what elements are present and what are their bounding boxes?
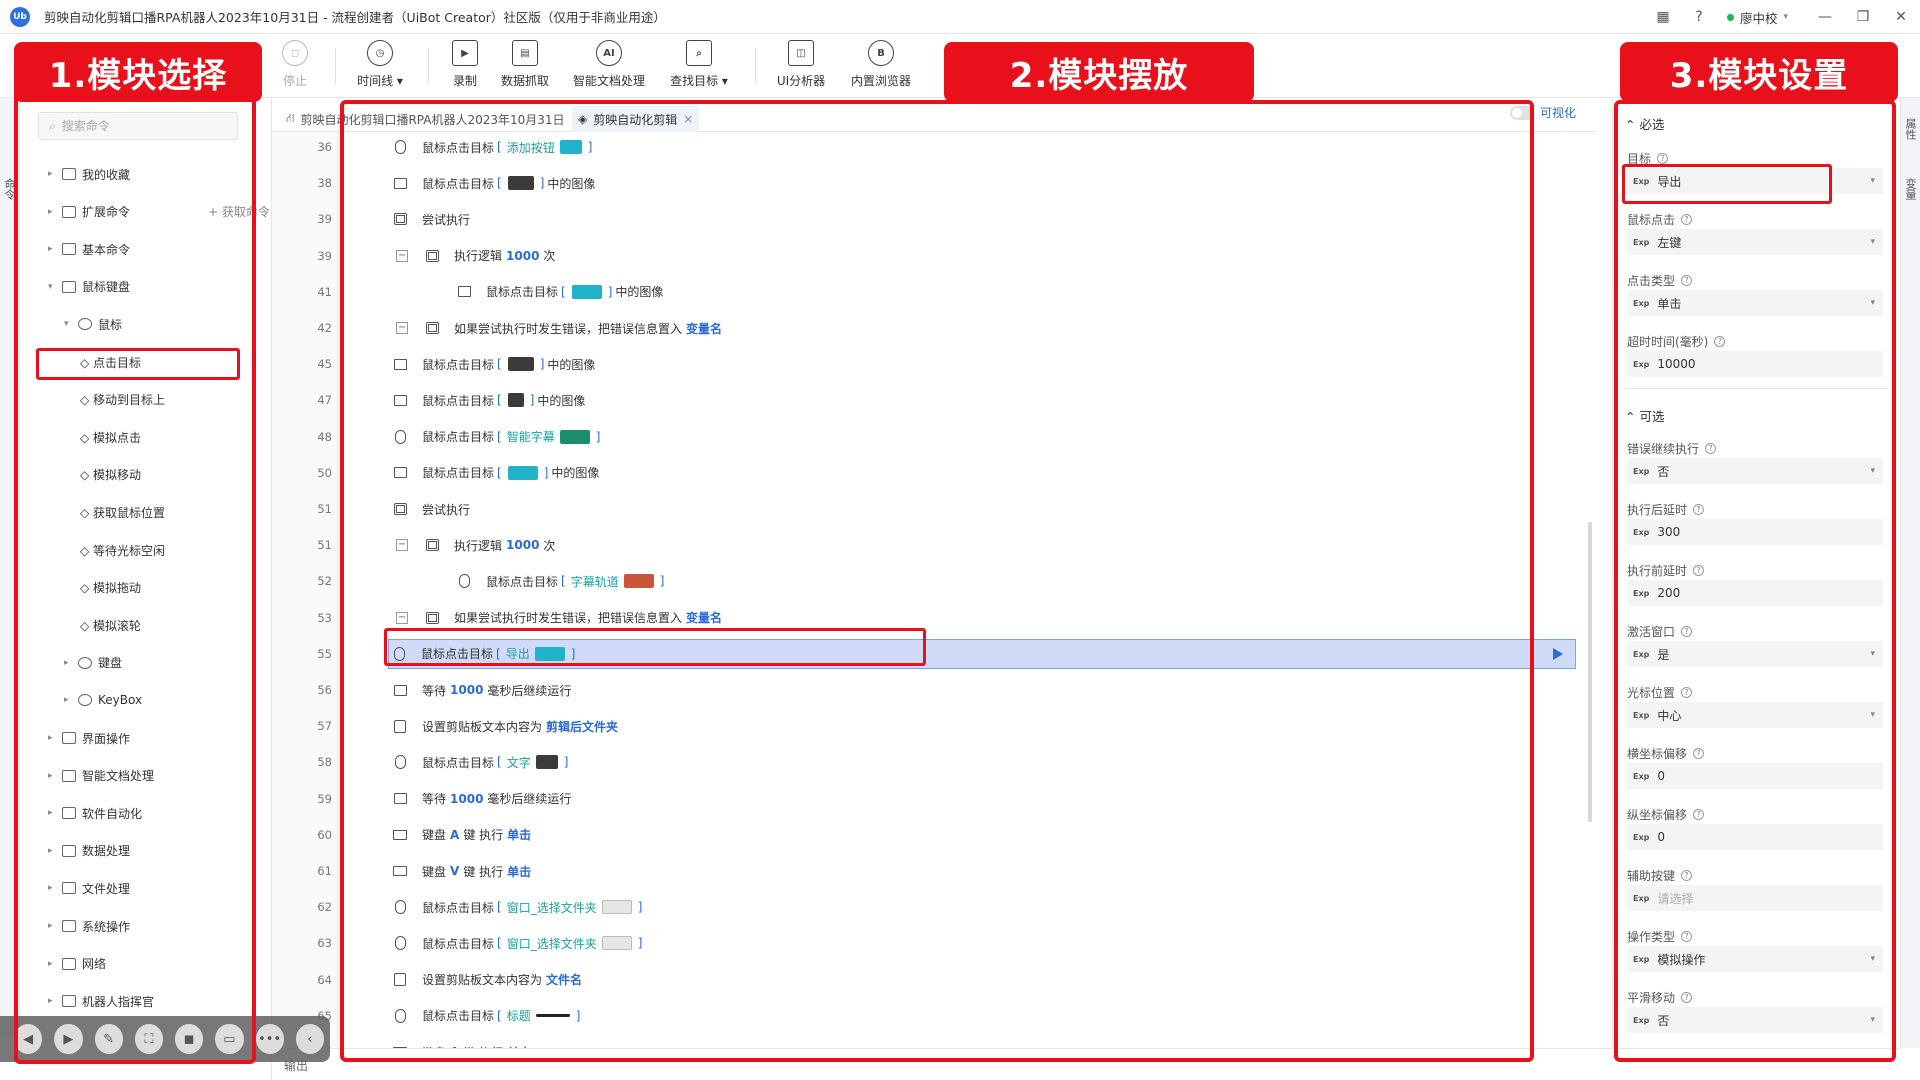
- clock-icon: ◷: [367, 40, 393, 66]
- visualize-label: 可视化: [1539, 106, 1576, 120]
- highlight-selected-block: [384, 628, 926, 666]
- callout-module-settings: 3.模块设置: [1620, 42, 1898, 102]
- line-number: 61: [317, 864, 332, 878]
- line-number: 58: [317, 755, 332, 770]
- window-title: 剪映自动化剪辑口播RPA机器人2023年10月31日 - 流程创建者（UiBot…: [44, 10, 666, 25]
- title-bar-controls: ▦ ? 廖中校 ▾ — ❐ ✕: [1645, 0, 1920, 34]
- highlight-target-field: [1622, 164, 1832, 204]
- line-number: 59: [317, 791, 332, 806]
- highlight-click-target-command: [36, 348, 240, 380]
- timeline-label: 时间线 ▾: [357, 74, 403, 88]
- line-number: 60: [317, 827, 332, 842]
- line-number: 39: [317, 248, 332, 263]
- line-number: 42: [317, 321, 332, 335]
- line-number: 64: [317, 972, 332, 987]
- find-target-icon: ⌕: [686, 40, 712, 66]
- app-window: Ub 剪映自动化剪辑口播RPA机器人2023年10月31日 - 流程创建者（Ui…: [0, 0, 1920, 1080]
- line-number: 51: [317, 502, 332, 516]
- line-number: 52: [317, 574, 332, 589]
- annotation-box-module-place: [340, 100, 1534, 1062]
- find-target-button[interactable]: ⌕ 查找目标 ▾: [654, 40, 744, 89]
- line-number: 63: [317, 936, 332, 951]
- close-button[interactable]: ✕: [1882, 0, 1920, 34]
- right-side-strip: 属性 变量: [1900, 98, 1920, 1048]
- line-number: 48: [317, 429, 332, 444]
- find-target-label: 查找目标 ▾: [670, 74, 728, 88]
- annotation-box-module-select: [14, 82, 256, 1064]
- online-status-icon: [1726, 13, 1734, 21]
- ai-doc-label: 智能文档处理: [572, 74, 645, 88]
- data-scrape-button[interactable]: ▤ 数据抓取: [480, 40, 570, 89]
- properties-strip-tab[interactable]: 属性: [1904, 118, 1918, 140]
- callout-module-select: 1.模块选择: [14, 42, 262, 102]
- line-number: 45: [317, 357, 332, 372]
- line-number: 39: [317, 212, 332, 227]
- chevron-down-icon: ▾: [1783, 12, 1788, 22]
- timeline-button[interactable]: ◷ 时间线 ▾: [335, 40, 425, 89]
- line-number: 57: [317, 719, 332, 734]
- line-number: 41: [317, 284, 332, 299]
- title-bar: Ub 剪映自动化剪辑口播RPA机器人2023年10月31日 - 流程创建者（Ui…: [0, 0, 1920, 34]
- line-number: 38: [317, 176, 332, 191]
- ui-analyzer-label: UI分析器: [776, 74, 826, 88]
- ui-analyzer-icon: ◫: [788, 40, 814, 66]
- record-icon: ▶: [452, 40, 478, 66]
- user-name: 廖中校: [1739, 10, 1778, 26]
- ui-analyzer-button[interactable]: ◫ UI分析器: [756, 40, 846, 89]
- run-block-icon[interactable]: [1553, 647, 1563, 660]
- line-number: 36: [317, 140, 332, 154]
- app-logo: Ub: [10, 6, 30, 27]
- grid-icon[interactable]: ▦: [1651, 5, 1675, 29]
- line-number: 50: [317, 465, 332, 480]
- line-number: 62: [317, 900, 332, 915]
- help-icon[interactable]: ?: [1687, 5, 1711, 29]
- maximize-button[interactable]: ❐: [1844, 0, 1882, 34]
- user-menu[interactable]: 廖中校 ▾: [1726, 8, 1788, 27]
- stop-button[interactable]: ◻ 停止: [250, 40, 340, 89]
- data-scrape-label: 数据抓取: [500, 74, 549, 88]
- editor-scrollbar[interactable]: [1588, 522, 1592, 822]
- flow-icon: ⛙: [286, 111, 295, 125]
- more-icon[interactable]: •••: [255, 1024, 284, 1054]
- browser-label: 内置浏览器: [850, 74, 911, 88]
- line-number: 47: [317, 393, 332, 408]
- callout-module-place: 2.模块摆放: [944, 42, 1254, 102]
- collapse-icon[interactable]: ‹: [295, 1024, 324, 1054]
- minimize-button[interactable]: —: [1806, 0, 1844, 34]
- annotation-box-module-settings: [1614, 100, 1896, 1062]
- variables-strip-tab[interactable]: 变量: [1904, 178, 1918, 200]
- record-label: 录制: [452, 74, 477, 88]
- builtin-browser-button[interactable]: B 内置浏览器: [836, 40, 926, 89]
- ai-doc-button[interactable]: AI 智能文档处理: [564, 40, 654, 89]
- browser-icon: B: [868, 40, 894, 66]
- line-number: 55: [317, 646, 332, 661]
- line-number: 53: [317, 610, 332, 625]
- ai-doc-icon: AI: [596, 40, 622, 66]
- stop-icon: ◻: [282, 40, 308, 66]
- stop-label: 停止: [282, 74, 307, 88]
- line-number-gutter: 36 38 39 39 41 42 45 47 48 50 51 51 52 53 55 56 57 58 59 60…: [272, 132, 338, 1048]
- data-scrape-icon: ▤: [512, 40, 538, 66]
- line-number: 56: [317, 683, 332, 697]
- line-number: 51: [317, 538, 332, 553]
